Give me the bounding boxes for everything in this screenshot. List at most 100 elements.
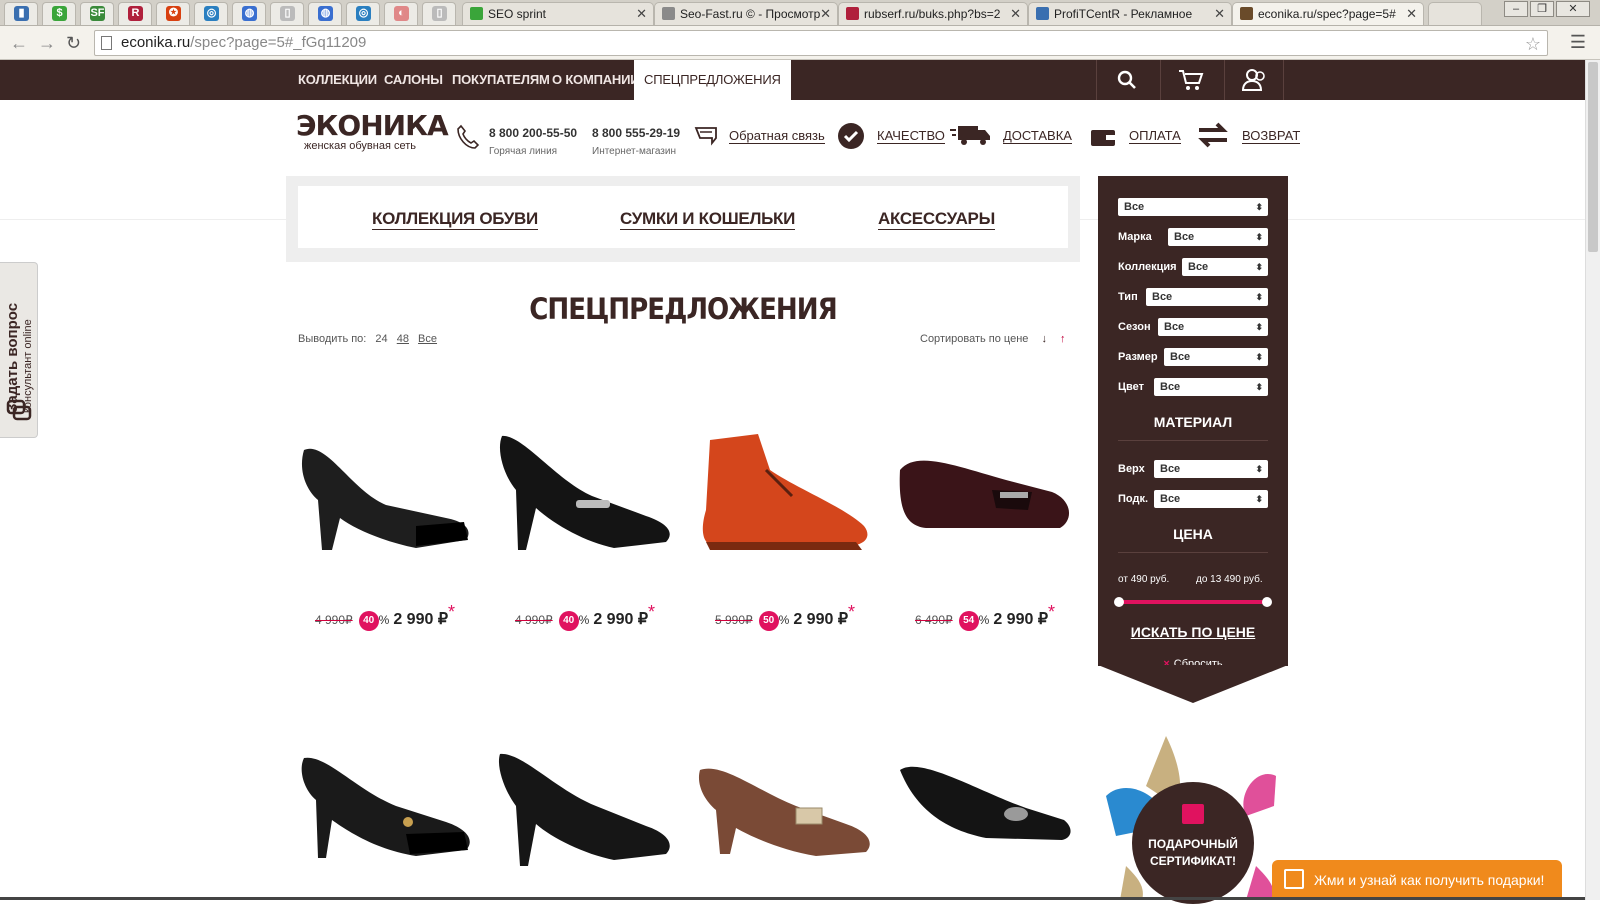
reload-icon[interactable]: ↻ [66,33,81,54]
pinned-tab[interactable]: R [118,2,152,25]
pinned-tab[interactable]: ▮ [4,2,38,25]
bookmark-star-icon[interactable]: ☆ [1525,32,1541,56]
tab-label: econika.ru/spec?page=5# [1258,7,1396,21]
per-page-24[interactable]: 24 [375,333,387,345]
account-icon[interactable] [1224,60,1284,100]
close-window-icon[interactable]: ✕ [1556,1,1590,17]
close-tab-icon[interactable]: ✕ [1010,6,1021,22]
category-shoes[interactable]: КОЛЛЕКЦИЯ ОБУВИ [372,209,538,230]
url-path: /spec?page=5#_fGq11209 [190,34,367,51]
search-icon[interactable] [1096,60,1156,100]
filter-main-select[interactable]: Все [1118,198,1268,216]
close-tab-icon[interactable]: ✕ [820,6,831,22]
product-image [301,757,470,858]
filter-brand: Марка Все [1118,228,1268,246]
product-card[interactable] [696,750,874,880]
product-card[interactable]: 4 990₽ 40% 2 990 ₽* [296,430,474,631]
nav-customers[interactable]: ПОКУПАТЕЛЯМ [452,60,550,100]
category-bags[interactable]: СУМКИ И КОШЕЛЬКИ [620,209,795,230]
pinned-tab[interactable]: ◐ [384,2,418,25]
filter-lining: Подк. Все [1118,490,1268,508]
shop-phone[interactable]: 8 800 555-29-19 Интернет-магазин [592,126,680,157]
upper-material-select[interactable]: Все [1154,460,1268,478]
minimize-window-icon[interactable]: – [1504,1,1528,17]
filter-label: Тип [1118,291,1138,303]
browser-tab-active[interactable]: econika.ru/spec?page=5# ✕ [1232,2,1424,25]
close-tab-icon[interactable]: ✕ [1214,6,1225,22]
discount-badge: 40 [558,611,579,631]
maximize-window-icon[interactable]: ❐ [1530,1,1554,17]
hotline-phone[interactable]: 8 800 200-55-50 Горячая линия [489,126,577,157]
nav-special-offers[interactable]: СПЕЦПРЕДЛОЖЕНИЯ [634,60,791,100]
brand-select[interactable]: Все [1168,228,1268,246]
old-price: 4 990₽ [314,613,353,627]
category-accessories[interactable]: АКСЕССУАРЫ [878,209,995,230]
browser-menu-icon[interactable]: ☰ [1570,32,1586,53]
gift-certificate-banner[interactable]: ПОДАРОЧНЫЙ СЕРТИФИКАТ! [1106,736,1276,904]
page-scrollbar[interactable] [1585,60,1600,900]
return-link[interactable]: ВОЗВРАТ [1242,128,1301,144]
tab-label: ProfiTCentR - Рекламное [1054,7,1193,21]
price-slider[interactable] [1114,597,1272,607]
address-bar[interactable]: econika.ru/spec?page=5#_fGq11209 ☆ [94,30,1548,56]
browser-tab[interactable]: SEO sprint ✕ [462,2,654,25]
browser-tab[interactable]: Seo-Fast.ru © - Просмотр ✕ [654,2,838,25]
pinned-tab[interactable]: ✪ [156,2,190,25]
pinned-tab[interactable]: ◍ [232,2,266,25]
nav-collections[interactable]: КОЛЛЕКЦИИ [298,60,377,100]
cart-icon[interactable] [1160,60,1220,100]
close-tab-icon[interactable]: ✕ [636,6,647,22]
pinned-tab[interactable]: ◎ [194,2,228,25]
color-select[interactable]: Все [1154,378,1268,396]
season-select[interactable]: Все [1158,318,1268,336]
product-card[interactable] [496,750,674,880]
scrollbar-thumb[interactable] [1588,62,1598,252]
sale-price: 2 990 ₽ [793,611,848,628]
browser-tab[interactable]: rubserf.ru/buks.php?bs=2 ✕ [838,2,1028,25]
payment-link[interactable]: ОПЛАТА [1129,128,1181,144]
pinned-tab[interactable]: SF [80,2,114,25]
product-card[interactable]: 5 990₽ 50% 2 990 ₽* [696,430,874,631]
filter-main-value[interactable]: Все [1118,198,1268,216]
price-slider-min-handle[interactable] [1114,597,1124,607]
lining-material-select[interactable]: Все [1154,490,1268,508]
ask-question-widget[interactable]: Задать вопрос консультант online [0,262,38,438]
filter-collection: Коллекция Все [1118,258,1268,276]
sort-asc-arrow-icon[interactable]: ↑ [1060,333,1066,345]
feedback-link[interactable]: Обратная связь [729,128,825,144]
size-select[interactable]: Все [1164,348,1268,366]
pinned-tab[interactable]: ◎ [346,2,380,25]
pinned-tab[interactable]: ◍ [308,2,342,25]
nav-salons[interactable]: САЛОНЫ [384,60,443,100]
sort-desc-arrow-icon[interactable]: ↓ [1041,333,1047,345]
per-page-all[interactable]: Все [418,333,437,345]
product-card[interactable] [896,750,1074,880]
forward-icon[interactable]: → [38,33,56,54]
back-icon[interactable]: ← [10,33,28,54]
per-page-48[interactable]: 48 [397,333,409,345]
browser-tab[interactable]: ProfiTCentR - Рекламное ✕ [1028,2,1232,25]
close-tab-icon[interactable]: ✕ [1406,6,1417,22]
category-bar: КОЛЛЕКЦИЯ ОБУВИ СУМКИ И КОШЕЛЬКИ АКСЕССУ… [286,176,1080,262]
quality-link[interactable]: КАЧЕСТВО [877,128,945,144]
new-tab-button[interactable] [1428,2,1482,25]
search-by-price-button[interactable]: ИСКАТЬ ПО ЦЕНЕ [1098,624,1288,640]
price-slider-max-handle[interactable] [1262,597,1272,607]
nav-company[interactable]: О КОМПАНИИ [552,60,640,100]
collection-select[interactable]: Все [1182,258,1268,276]
delivery-link[interactable]: ДОСТАВКА [1003,128,1072,144]
pinned-tab[interactable]: ▯ [422,2,456,25]
product-card[interactable]: 4 990₽ 40% 2 990 ₽* [496,430,674,631]
phone-number: 8 800 555-29-19 [592,126,681,140]
product-card[interactable]: 6 490₽ 54% 2 990 ₽* [896,430,1074,631]
pinned-tab[interactable]: ▯ [270,2,304,25]
promo-gifts-button[interactable]: Жми и узнай как получить подарки! [1272,860,1562,900]
tab-favicon-icon [846,7,859,20]
filter-label: Подк. [1118,493,1149,505]
product-card[interactable] [296,750,474,880]
filter-season: Сезон Все [1118,318,1268,336]
product-price: 4 990₽ 40% 2 990 ₽* [496,602,674,631]
site-logo[interactable]: ЭКОНИКА женская обувная сеть [296,112,449,153]
type-select[interactable]: Все [1146,288,1268,306]
pinned-tab[interactable]: $ [42,2,76,25]
